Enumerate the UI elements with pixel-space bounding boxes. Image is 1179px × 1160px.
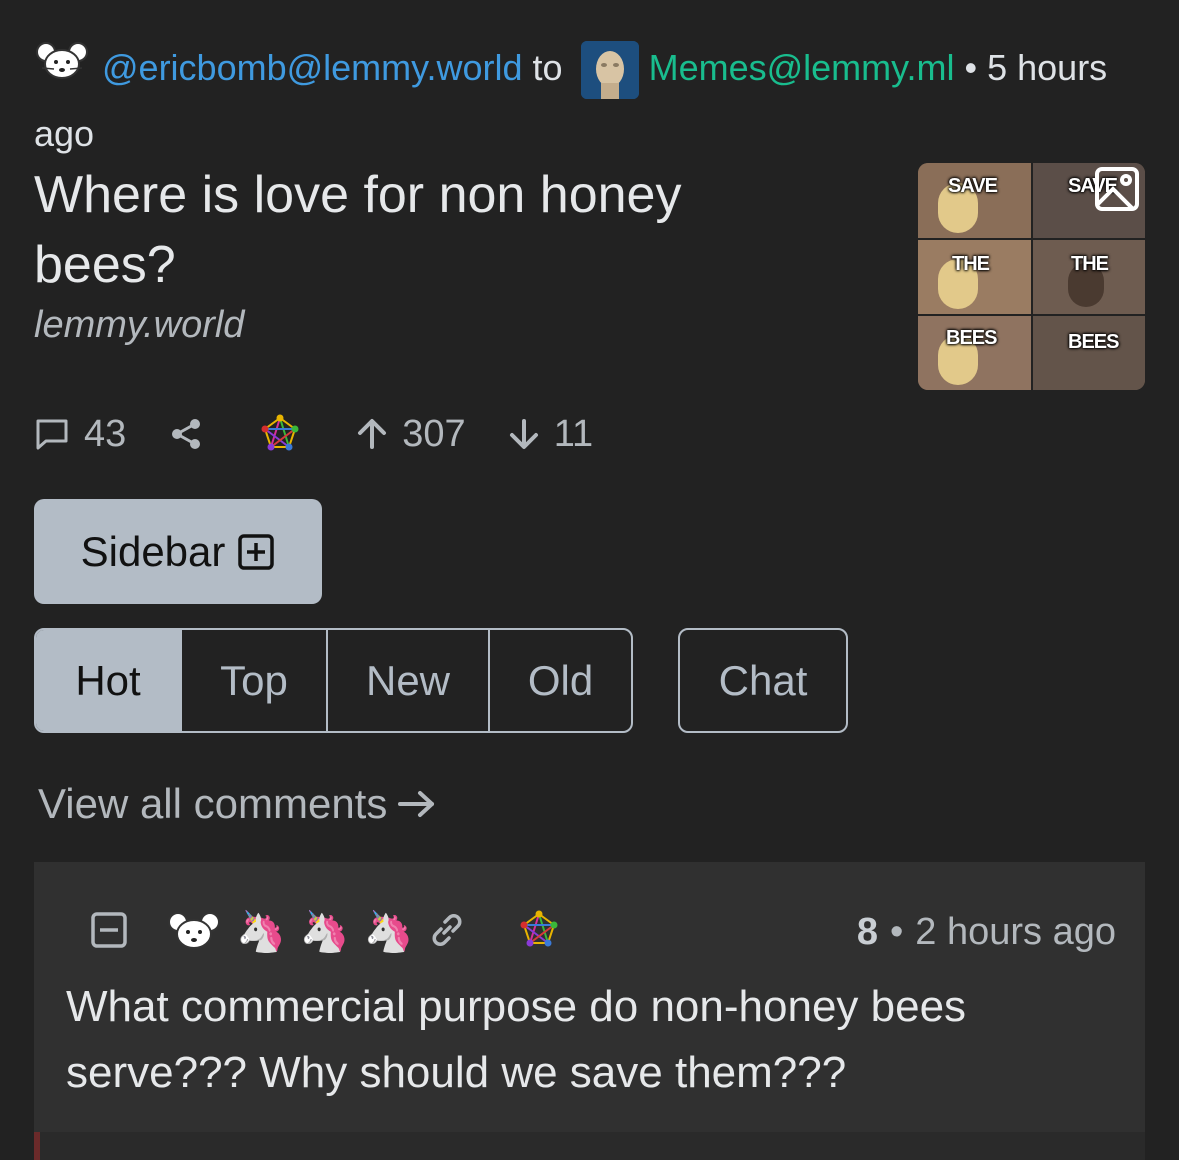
comment-icon [36, 419, 68, 450]
post-domain[interactable]: lemmy.world [34, 304, 244, 347]
plus-square-icon [238, 533, 275, 570]
downvote-button[interactable]: 11 [508, 413, 593, 456]
tab-top[interactable]: Top [182, 630, 328, 731]
comments-count: 43 [84, 412, 127, 455]
author-link[interactable]: @ericbomb@lemmy.world [102, 47, 523, 88]
post-meta: @ericbomb@lemmy.world to Memes@lemmy.ml … [34, 36, 1134, 166]
tab-hot[interactable]: Hot [36, 630, 182, 731]
comment-score: 8 [856, 910, 878, 953]
arrow-down-icon [509, 419, 538, 449]
fediverse-icon [261, 414, 299, 451]
comment-header: 🦄 🦄 🦄 8 • 2 hours ago [90, 902, 1140, 962]
thumb-caption: THE [952, 253, 990, 275]
comment-separator: • [889, 910, 904, 953]
upvote-button[interactable]: 307 [356, 412, 466, 456]
tab-old[interactable]: Old [490, 630, 631, 731]
fediverse-button[interactable] [260, 414, 314, 454]
image-icon [1093, 165, 1141, 218]
downvote-count: 11 [553, 412, 594, 455]
comment: 🦄 🦄 🦄 8 • 2 hours ago What commercial pu… [34, 862, 1145, 1160]
arrow-up-icon [358, 419, 387, 449]
share-button[interactable] [168, 416, 218, 452]
thumb-caption: BEES [946, 327, 997, 349]
thumb-caption: SAVE [948, 175, 998, 197]
user-avatar-icon[interactable] [34, 38, 90, 102]
unicorn-icon: 🦄 [363, 910, 414, 954]
arrow-right-icon [398, 791, 435, 817]
child-comment-edge [34, 1132, 1145, 1160]
unicorn-icon: 🦄 [299, 910, 350, 954]
upvote-count: 307 [402, 412, 466, 455]
view-all-label: View all comments [38, 780, 388, 827]
chat-button[interactable]: Chat [678, 628, 848, 733]
share-icon [172, 419, 201, 449]
comments-button[interactable]: 43 [34, 413, 126, 456]
to-word: to [532, 47, 563, 88]
sidebar-label: Sidebar [80, 527, 226, 575]
thumb-caption: THE [1071, 253, 1109, 275]
view-all-comments-link[interactable]: View all comments [38, 780, 437, 828]
sidebar-button[interactable]: Sidebar [34, 499, 322, 604]
tab-new[interactable]: New [328, 630, 490, 731]
post-title[interactable]: Where is love for non honey bees? [34, 160, 814, 300]
sort-tabs: Hot Top New Old [34, 628, 633, 733]
commenter-avatar-icon[interactable] [166, 908, 222, 957]
thread-line [34, 1132, 40, 1160]
thumb-caption: BEES [1068, 331, 1119, 353]
comment-text: What commercial purpose do non-honey bee… [66, 982, 967, 1097]
comment-time: 2 hours ago [915, 910, 1116, 953]
comment-meta: 8 • 2 hours ago [857, 902, 1116, 962]
collapse-icon[interactable] [90, 911, 128, 954]
unicorn-icon: 🦄 [236, 910, 286, 954]
post-page: @ericbomb@lemmy.world to Memes@lemmy.ml … [0, 0, 1179, 1160]
fediverse-icon[interactable] [519, 910, 559, 955]
meta-separator: • [964, 47, 978, 88]
link-icon[interactable] [427, 910, 467, 955]
community-avatar-icon[interactable] [580, 41, 639, 100]
community-link[interactable]: Memes@lemmy.ml [649, 47, 955, 88]
post-actions: 43 307 11 [34, 404, 635, 464]
post-thumbnail[interactable]: SAVE SAVE THE THE BEES BEES [918, 163, 1145, 390]
